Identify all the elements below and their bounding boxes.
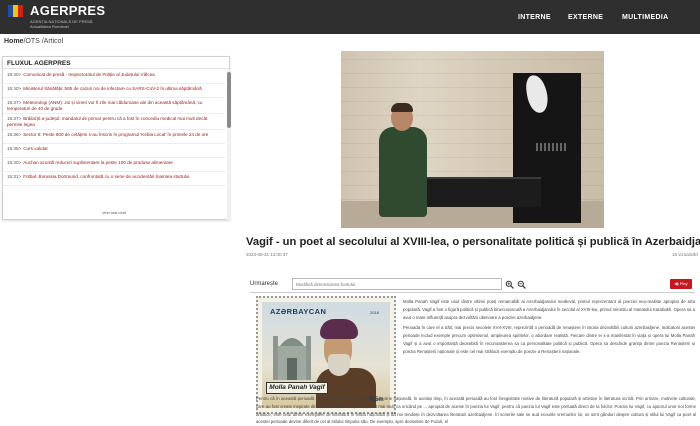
zoom-out-icon[interactable] <box>516 278 526 290</box>
feed-list[interactable]: 15:40> Comunicat de presă - Inspectoratul… <box>3 70 225 220</box>
feed-item[interactable]: 15:30> Auchan acordă reduceri suplimentar… <box>3 158 225 172</box>
article-views: 15 vizualizări <box>672 252 699 257</box>
logo-tagline: Actualitatea României <box>30 24 69 29</box>
follow-label: Urmarește <box>250 281 279 287</box>
agerpres-logo[interactable]: AGERPRES <box>8 4 105 18</box>
font-size-input[interactable] <box>292 278 502 290</box>
stamp-country: AZƏRBAYCAN <box>270 307 327 316</box>
stamp-year: 2018 <box>370 310 379 315</box>
article-paragraph: Pentru că în această perioadă se manifes… <box>256 396 696 425</box>
article-paragraph: Perioada în care el a trăit, mai precis … <box>403 325 695 354</box>
nav-interne[interactable]: INTERNE <box>518 14 551 21</box>
logo-text: AGERPRES <box>30 3 106 18</box>
feed-scrollbar[interactable] <box>227 70 231 220</box>
news-feed-panel: FLUXUL AGERPRES 15:40> Comunicat de presă… <box>2 56 231 220</box>
logo-flag-icon <box>8 5 23 17</box>
article-date: 2023-08-31 13:00:37 <box>246 252 288 257</box>
zoom-in-icon[interactable] <box>504 278 514 290</box>
feed-item[interactable]: 15:40> Ministerul Sănătății: 585 de cazur… <box>3 84 225 98</box>
feed-item[interactable]: 15:37> Brăila/Șl.a-județul: mandatul de p… <box>3 114 225 130</box>
breadcrumb-home[interactable]: Home <box>4 38 23 45</box>
article-paragraph: Molla Panah Vagif este unul dintre ultim… <box>403 299 695 320</box>
feed-title: FLUXUL AGERPRES <box>3 57 229 69</box>
play-icon: ◀) <box>674 281 679 286</box>
nav-externe[interactable]: EXTERNE <box>568 14 603 21</box>
play-audio-button[interactable]: ◀) Play <box>670 279 692 289</box>
feed-scroll-thumb[interactable] <box>227 72 231 128</box>
article-headline: Vagif - un poet al secolului al XVIII-le… <box>246 236 700 248</box>
divider <box>250 292 695 293</box>
top-navbar: AGERPRES AGENȚIA NAȚIONALĂ DE PRESĂ Actu… <box>0 0 700 34</box>
article-body: Molla Panah Vagif este unul dintre ultim… <box>403 298 695 359</box>
feed-item[interactable]: 15:31> Fotbal: Borussia Dortmund, confrun… <box>3 172 225 186</box>
person-figure <box>379 127 427 217</box>
breadcrumb: Home/OTS /Articol <box>4 38 63 45</box>
stamp-name-label: Molla Panah Vagif <box>266 382 328 394</box>
nav-multimedia[interactable]: MULTIMEDIA <box>622 14 668 21</box>
feed-item[interactable]: 15:36> Sector 6: Peste 600 de cetățeni s-… <box>3 130 225 144</box>
feed-item[interactable]: 15:35> Curs valutar <box>3 144 225 158</box>
see-more-link[interactable]: Vezi mai mult <box>0 210 228 215</box>
feed-item[interactable]: 15:40> Comunicat de presă - Inspectoratul… <box>3 70 225 84</box>
feed-item[interactable]: 15:37> Meteorologi (ANM): Joi și vineri v… <box>3 98 225 114</box>
article-tools: Urmarește ◀) Play <box>250 278 695 292</box>
breadcrumb-path[interactable]: /OTS /Articol <box>23 38 63 45</box>
article-photo <box>341 51 604 228</box>
mosque-illustration <box>273 336 311 380</box>
